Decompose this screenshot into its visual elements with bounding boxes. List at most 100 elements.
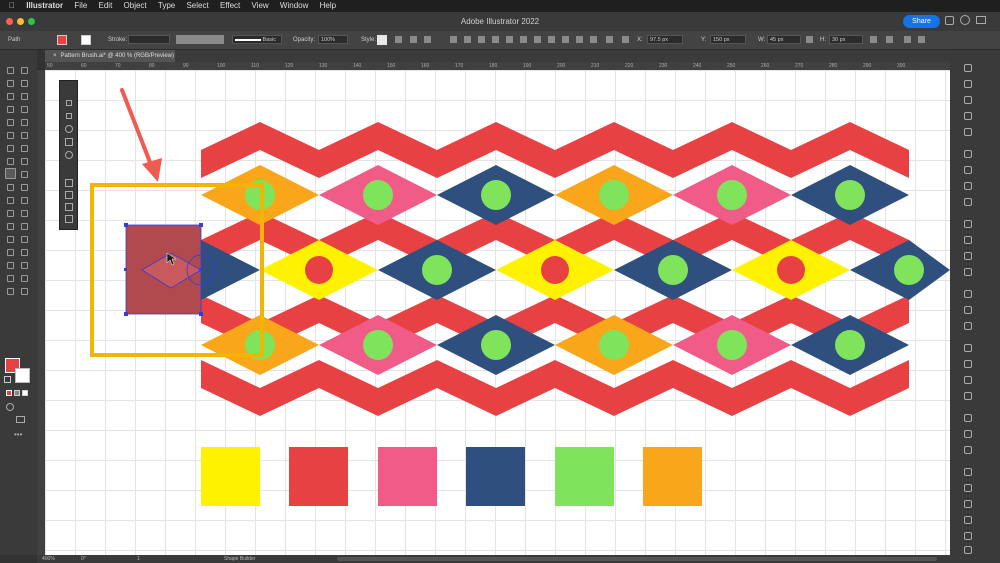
character-panel-icon[interactable] bbox=[964, 344, 972, 352]
variables-panel-icon[interactable] bbox=[964, 532, 972, 540]
green-circle[interactable] bbox=[363, 330, 393, 360]
more-tools-icon[interactable]: ••• bbox=[14, 431, 22, 439]
floating-shape-builder-icon[interactable] bbox=[65, 125, 73, 133]
swatch-orange[interactable] bbox=[643, 447, 702, 506]
gradient-panel-icon[interactable] bbox=[964, 306, 972, 314]
brushes-panel-icon[interactable] bbox=[964, 150, 972, 158]
close-window-button[interactable] bbox=[6, 18, 13, 25]
hand-tool-icon[interactable] bbox=[21, 236, 28, 243]
document-info-panel-icon[interactable] bbox=[964, 516, 972, 524]
menu-object[interactable]: Object bbox=[124, 0, 147, 12]
stroke-color-icon[interactable] bbox=[15, 368, 30, 383]
direct-selection-tool-icon[interactable] bbox=[21, 67, 28, 74]
rotate-tool-icon[interactable] bbox=[21, 145, 28, 152]
green-circle[interactable] bbox=[363, 180, 393, 210]
magic-wand-tool-icon[interactable] bbox=[7, 80, 14, 87]
zigzag-band-1[interactable] bbox=[201, 122, 909, 178]
eraser-tool-icon[interactable] bbox=[7, 145, 14, 152]
eyedropper-tool-icon[interactable] bbox=[21, 197, 28, 204]
selection-tool-icon[interactable] bbox=[7, 67, 14, 74]
green-circle[interactable] bbox=[422, 255, 452, 285]
menu-view[interactable]: View bbox=[251, 0, 268, 12]
green-circle[interactable] bbox=[599, 180, 629, 210]
links-panel-icon[interactable] bbox=[964, 268, 972, 276]
green-circle[interactable] bbox=[481, 180, 511, 210]
swatch-navy[interactable] bbox=[466, 447, 525, 506]
more-options-icon[interactable] bbox=[918, 36, 925, 43]
align-panel-icon[interactable] bbox=[964, 220, 972, 228]
artboard-number[interactable]: 1 bbox=[137, 555, 140, 563]
curvature-tool-icon[interactable] bbox=[21, 93, 28, 100]
live-paint-tool-icon[interactable] bbox=[7, 275, 14, 282]
red-circle[interactable] bbox=[777, 256, 805, 284]
constrain-proportions-icon[interactable] bbox=[806, 36, 813, 43]
zoom-level[interactable]: 400% bbox=[42, 555, 55, 563]
floating-selection-icon[interactable] bbox=[66, 100, 72, 106]
zoom-window-button[interactable] bbox=[28, 18, 35, 25]
type-tool-icon[interactable] bbox=[7, 106, 14, 113]
gradient-mode-icon[interactable] bbox=[14, 390, 20, 396]
width-field[interactable]: 45 px bbox=[767, 35, 801, 44]
shape-properties-icon[interactable] bbox=[870, 36, 877, 43]
align-top-icon[interactable] bbox=[478, 36, 485, 43]
horizontal-scrollbar[interactable] bbox=[337, 557, 937, 561]
navigator-panel-icon[interactable] bbox=[964, 484, 972, 492]
blend-tool-icon[interactable] bbox=[7, 210, 14, 217]
green-circle[interactable] bbox=[835, 330, 865, 360]
select-similar-icon[interactable] bbox=[904, 36, 911, 43]
green-circle[interactable] bbox=[658, 255, 688, 285]
menu-file[interactable]: File bbox=[74, 0, 87, 12]
green-circle[interactable] bbox=[835, 180, 865, 210]
scale-tool-icon[interactable] bbox=[7, 158, 14, 165]
swatch-pink[interactable] bbox=[378, 447, 437, 506]
align-horizontal-center-icon[interactable] bbox=[450, 36, 457, 43]
paragraph-panel-icon[interactable] bbox=[964, 360, 972, 368]
zoom-tool-icon[interactable] bbox=[7, 249, 14, 256]
pathfinder-panel-icon[interactable] bbox=[964, 236, 972, 244]
swatch-yellow[interactable] bbox=[201, 447, 260, 506]
rectangle-tool-icon[interactable] bbox=[7, 119, 14, 126]
pen-tool-icon[interactable] bbox=[7, 93, 14, 100]
actions-panel-icon[interactable] bbox=[964, 468, 972, 476]
selection-handle[interactable] bbox=[199, 223, 203, 227]
floating-direct-selection-icon[interactable] bbox=[66, 113, 72, 119]
selection-handle[interactable] bbox=[124, 312, 128, 316]
height-field[interactable]: 30 px bbox=[829, 35, 863, 44]
swatch-red[interactable] bbox=[289, 447, 348, 506]
menu-help[interactable]: Help bbox=[320, 0, 336, 12]
puppet-warp-tool-icon[interactable] bbox=[21, 288, 28, 295]
transform-icon[interactable] bbox=[606, 36, 613, 43]
floating-live-paint-selection-icon[interactable] bbox=[65, 151, 73, 159]
horizontal-ruler[interactable]: 50 60 70 80 90 100 110 120 130 140 150 160 170 180 190… bbox=[45, 62, 950, 70]
zigzag-band-4[interactable] bbox=[201, 360, 909, 416]
edit-toolbar-icon[interactable] bbox=[7, 262, 14, 269]
green-circle[interactable] bbox=[481, 330, 511, 360]
floating-anchor-point-icon[interactable] bbox=[65, 215, 73, 223]
x-position-field[interactable]: 97.5 px bbox=[647, 35, 683, 44]
swatches-panel-icon[interactable] bbox=[964, 128, 972, 136]
drawing-mode-icon[interactable] bbox=[6, 403, 14, 411]
symbols-panel-icon[interactable] bbox=[964, 166, 972, 174]
align-vertical-center-icon[interactable] bbox=[492, 36, 499, 43]
y-position-field[interactable]: 150 px bbox=[710, 35, 746, 44]
menu-effect[interactable]: Effect bbox=[220, 0, 240, 12]
distribute-top-icon[interactable] bbox=[520, 36, 527, 43]
red-circle[interactable] bbox=[541, 256, 569, 284]
apple-icon[interactable]:  bbox=[9, 0, 15, 12]
stroke-weight-field[interactable] bbox=[128, 35, 170, 44]
menu-type[interactable]: Type bbox=[158, 0, 175, 12]
green-circle[interactable] bbox=[599, 330, 629, 360]
gradient-tool-icon[interactable] bbox=[7, 197, 14, 204]
workspace-icon[interactable] bbox=[976, 16, 986, 24]
selection-handle[interactable] bbox=[124, 268, 127, 271]
menu-window[interactable]: Window bbox=[280, 0, 308, 12]
rotation-value[interactable]: 0° bbox=[81, 555, 86, 563]
swatch-green[interactable] bbox=[555, 447, 614, 506]
asset-export-panel-icon[interactable] bbox=[964, 430, 972, 438]
transparency-panel-icon[interactable] bbox=[964, 322, 972, 330]
artboards-panel-icon[interactable] bbox=[964, 446, 972, 454]
floating-live-paint-icon[interactable] bbox=[65, 138, 73, 146]
vertical-ruler[interactable] bbox=[37, 70, 45, 555]
menu-select[interactable]: Select bbox=[186, 0, 208, 12]
align-right-icon[interactable] bbox=[464, 36, 471, 43]
